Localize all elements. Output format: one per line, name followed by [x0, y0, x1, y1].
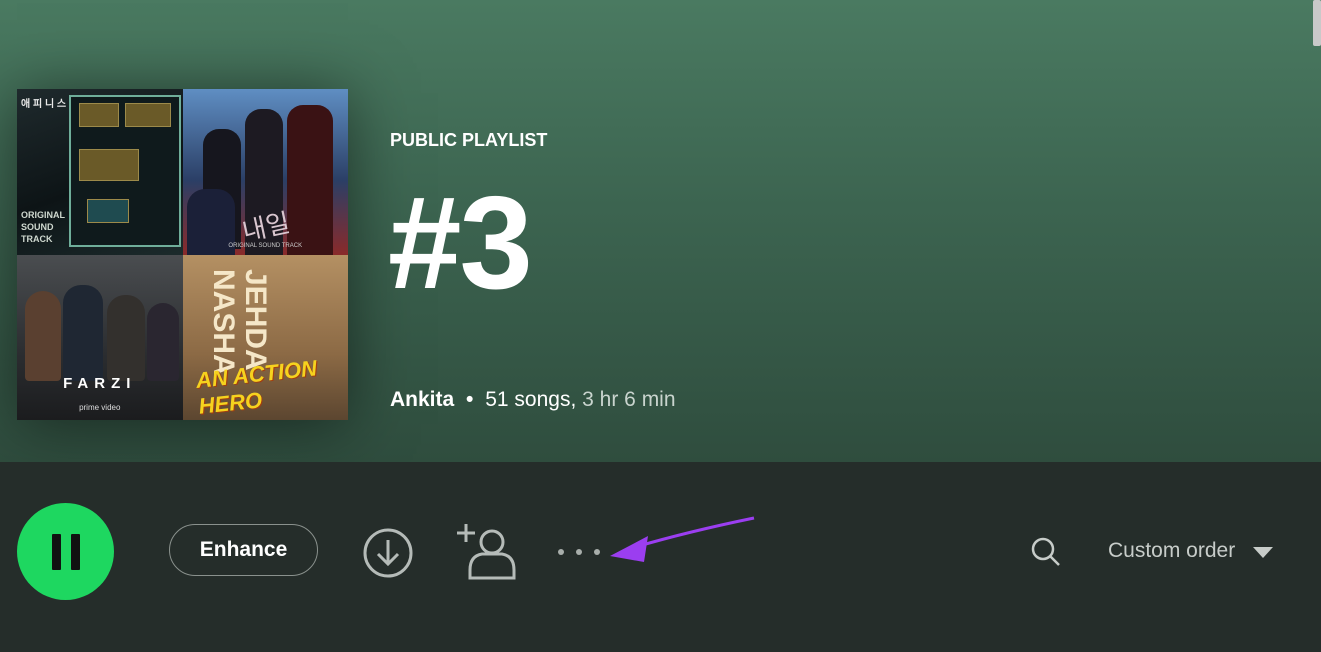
- figure-silhouette: [63, 284, 103, 381]
- playlist-header: 애 피 니 스 ORIGINAL SOUND TRACK 내일 ORIGINAL…: [0, 0, 1321, 462]
- download-circle-icon: [363, 528, 413, 578]
- window-art: [125, 103, 171, 127]
- more-options-icon: [558, 549, 564, 555]
- cover-tile-4: JEHDA NASHA AN ACTION HERO: [182, 254, 348, 420]
- cover-tile-2-caption: ORIGINAL SOUND TRACK: [228, 242, 303, 249]
- cover-tile-4-title-line-2: NASHA: [206, 268, 240, 376]
- song-count: 51 songs,: [485, 388, 577, 411]
- figure-silhouette: [25, 290, 61, 381]
- search-in-playlist-button[interactable]: [1030, 536, 1062, 568]
- more-options-icon: [594, 549, 600, 555]
- invite-collaborator-button[interactable]: [456, 522, 516, 580]
- cover-tile-1-bottom-text: ORIGINAL SOUND TRACK: [21, 209, 65, 245]
- action-bar: Enhance Custom order: [0, 462, 1321, 652]
- download-button[interactable]: [362, 527, 414, 579]
- playlist-duration: 3 hr 6 min: [582, 388, 676, 411]
- playlist-owner-link[interactable]: Ankita: [390, 388, 454, 411]
- annotation-arrow-icon: [610, 516, 755, 562]
- window-art: [79, 103, 119, 127]
- caret-down-icon: [1253, 546, 1274, 558]
- cover-tile-1-line-2: SOUND: [21, 221, 54, 232]
- window-art: [87, 199, 129, 223]
- more-options-button[interactable]: [558, 542, 608, 562]
- sort-order-label: Custom order: [1108, 539, 1236, 562]
- cover-tile-3-title: FARZI: [63, 375, 137, 392]
- figure-silhouette: [147, 302, 179, 381]
- figure-silhouette: [107, 294, 145, 381]
- scrollbar-thumb[interactable]: [1313, 0, 1321, 46]
- window-art: [79, 149, 139, 181]
- playlist-cover: 애 피 니 스 ORIGINAL SOUND TRACK 내일 ORIGINAL…: [17, 89, 348, 420]
- cover-tile-1-top-text: 애 피 니 스: [21, 99, 67, 110]
- pause-icon: [51, 533, 61, 570]
- cover-tile-1-line-3: TRACK: [21, 233, 53, 244]
- playlist-title: #3: [388, 169, 533, 316]
- more-options-icon: [576, 549, 582, 555]
- enhance-button[interactable]: Enhance: [169, 524, 318, 576]
- sort-order-dropdown[interactable]: Custom order: [1108, 539, 1274, 563]
- cover-tile-1-line-1: ORIGINAL: [21, 209, 65, 220]
- meta-separator: •: [466, 388, 474, 411]
- pause-icon: [70, 533, 80, 570]
- cover-tile-4-title-line-1: JEHDA: [238, 268, 272, 371]
- pause-button[interactable]: [17, 503, 114, 600]
- cover-tile-3-caption: prime video: [79, 403, 121, 412]
- playlist-meta: Ankita • 51 songs, 3 hr 6 min: [390, 388, 676, 412]
- cover-tile-3: FARZI prime video: [17, 254, 183, 420]
- playlist-type-label: PUBLIC PLAYLIST: [390, 130, 548, 150]
- add-user-icon: [457, 524, 516, 580]
- cover-tile-2: 내일 ORIGINAL SOUND TRACK: [182, 89, 348, 255]
- cover-tile-4-title: JEHDA NASHA: [206, 268, 272, 376]
- cover-tile-1: 애 피 니 스 ORIGINAL SOUND TRACK: [17, 89, 183, 255]
- search-icon: [1031, 537, 1060, 566]
